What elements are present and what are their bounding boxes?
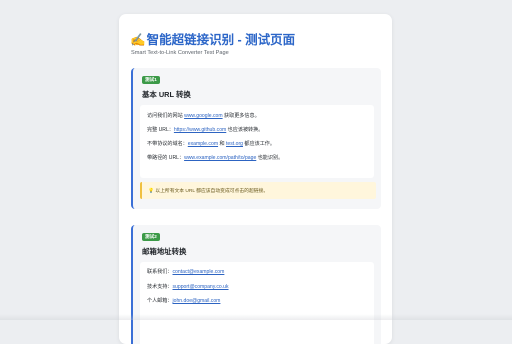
test-line: 完整 URL：https://www.github.com 也应该被转换。 [147,127,263,134]
line-text: 都应该工作。 [243,141,275,147]
line-text: 也应该被转换。 [226,127,264,133]
line-text: 完整 URL： [147,127,174,133]
test-content-box: 联系我们：contact@example.com 技术支持：support@co… [140,262,374,344]
page-subtitle: Smart Text-to-Link Converter Test Page [131,50,229,56]
converted-link[interactable]: https://www.github.com [174,127,226,133]
test-line: 联系我们：contact@example.com [147,269,224,276]
page-title-text: 智能超链接识别 - 测试页面 [146,33,296,47]
test-tag: 测试1 [142,76,160,84]
test-line: 带路径的 URL：www.example.com/path/to/page 也能… [147,155,283,162]
converted-link[interactable]: test.org [226,141,243,147]
converted-link[interactable]: www.google.com [184,113,223,119]
page-title: ✍️智能超链接识别 - 测试页面 [130,29,295,48]
line-text: 联系我们： [147,269,173,275]
line-text: 不带协议的域名： [147,141,188,147]
line-text: 带路径的 URL： [147,155,185,161]
bottom-edge-shadow [0,314,512,320]
line-text: 访问我们的网站 [147,113,185,119]
pen-icon: ✍️ [130,33,146,47]
email-link[interactable]: john.doe@gmail.com [172,298,220,304]
line-text: 也能识别。 [256,155,284,161]
email-link[interactable]: support@company.co.uk [172,284,228,290]
test-line: 个人邮箱：john.doe@gmail.com [147,298,220,305]
section-title: 基本 URL 转换 [142,90,191,99]
line-text: 个人邮箱： [147,298,173,304]
converted-link[interactable]: www.example.com/path/to/page [184,155,256,161]
test-page-card: ✍️智能超链接识别 - 测试页面 Smart Text-to-Link Conv… [119,14,392,344]
converted-link[interactable]: example.com [188,141,218,147]
section-title: 邮箱地址转换 [142,247,187,256]
test-tag: 测试2 [142,233,160,241]
info-note: 💡 以上所有文本 URL 都应该自动变成可点击的超链接。 [140,182,376,199]
test-section-url: 测试1 基本 URL 转换 访问我们的网站 www.google.com 获取更… [131,68,381,209]
line-text: 技术支持： [147,284,173,290]
test-content-box: 访问我们的网站 www.google.com 获取更多信息。 完整 URL：ht… [140,105,374,178]
line-text: 获取更多信息。 [222,113,260,119]
info-note-text: 💡 以上所有文本 URL 都应该自动变成可点击的超链接。 [148,189,269,194]
test-line: 访问我们的网站 www.google.com 获取更多信息。 [147,113,260,120]
line-text: 和 [218,141,226,147]
test-line: 不带协议的域名：example.com 和 test.org 都应该工作。 [147,141,275,148]
test-line: 技术支持：support@company.co.uk [147,284,229,291]
email-link[interactable]: contact@example.com [172,269,224,275]
test-section-email: 测试2 邮箱地址转换 联系我们：contact@example.com 技术支持… [131,225,381,344]
